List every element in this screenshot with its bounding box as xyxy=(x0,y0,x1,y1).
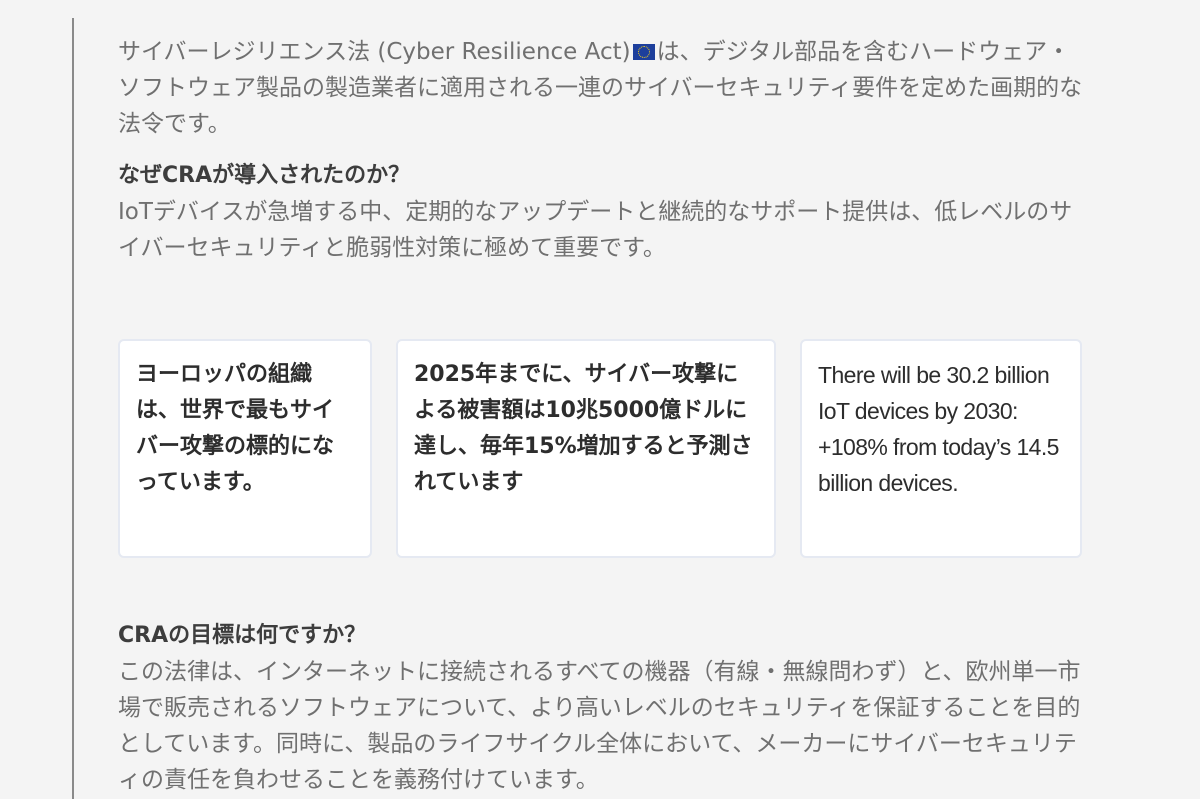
article-content: サイバーレジリエンス法 (Cyber Resilience Act) は、デジタル… xyxy=(118,34,1088,266)
intro-text-lead: サイバーレジリエンス法 (Cyber Resilience Act) xyxy=(118,39,631,65)
why-heading: なぜCRAが導入されたのか？ xyxy=(118,163,411,188)
goal-heading: CRAの目標は何ですか？ xyxy=(118,623,367,648)
stat-card-text: There will be 30.2 billion IoT devices b… xyxy=(818,362,1059,496)
stats-cards: ヨーロッパの組織は、世界で最もサイバー攻撃の標的になっています。 2025年まで… xyxy=(118,339,1084,562)
intro-paragraph: サイバーレジリエンス法 (Cyber Resilience Act) は、デジタル… xyxy=(118,34,1088,142)
why-text: IoTデバイスが急増する中、定期的なアップデートと継続的なサポート提供は、低レベ… xyxy=(118,199,1073,261)
left-border-rule xyxy=(72,18,74,799)
stat-card-iot-devices: There will be 30.2 billion IoT devices b… xyxy=(800,339,1082,558)
goal-text: この法律は、インターネットに接続されるすべての機器（有線・無線問わず）と、欧州単… xyxy=(118,659,1081,793)
goal-section: CRAの目標は何ですか？ この法律は、インターネットに接続されるすべての機器（有… xyxy=(118,622,1088,798)
eu-flag-icon xyxy=(632,44,655,60)
stat-card-text: ヨーロッパの組織は、世界で最もサイバー攻撃の標的になっています。 xyxy=(136,362,335,495)
stat-card-targets: ヨーロッパの組織は、世界で最もサイバー攻撃の標的になっています。 xyxy=(118,339,372,558)
why-section: なぜCRAが導入されたのか？ IoTデバイスが急増する中、定期的なアップデートと… xyxy=(118,162,1088,266)
stat-card-text: 2025年までに、サイバー攻撃による被害額は10兆5000億ドルに達し、毎年15… xyxy=(414,362,753,495)
stat-card-damage: 2025年までに、サイバー攻撃による被害額は10兆5000億ドルに達し、毎年15… xyxy=(396,339,776,558)
